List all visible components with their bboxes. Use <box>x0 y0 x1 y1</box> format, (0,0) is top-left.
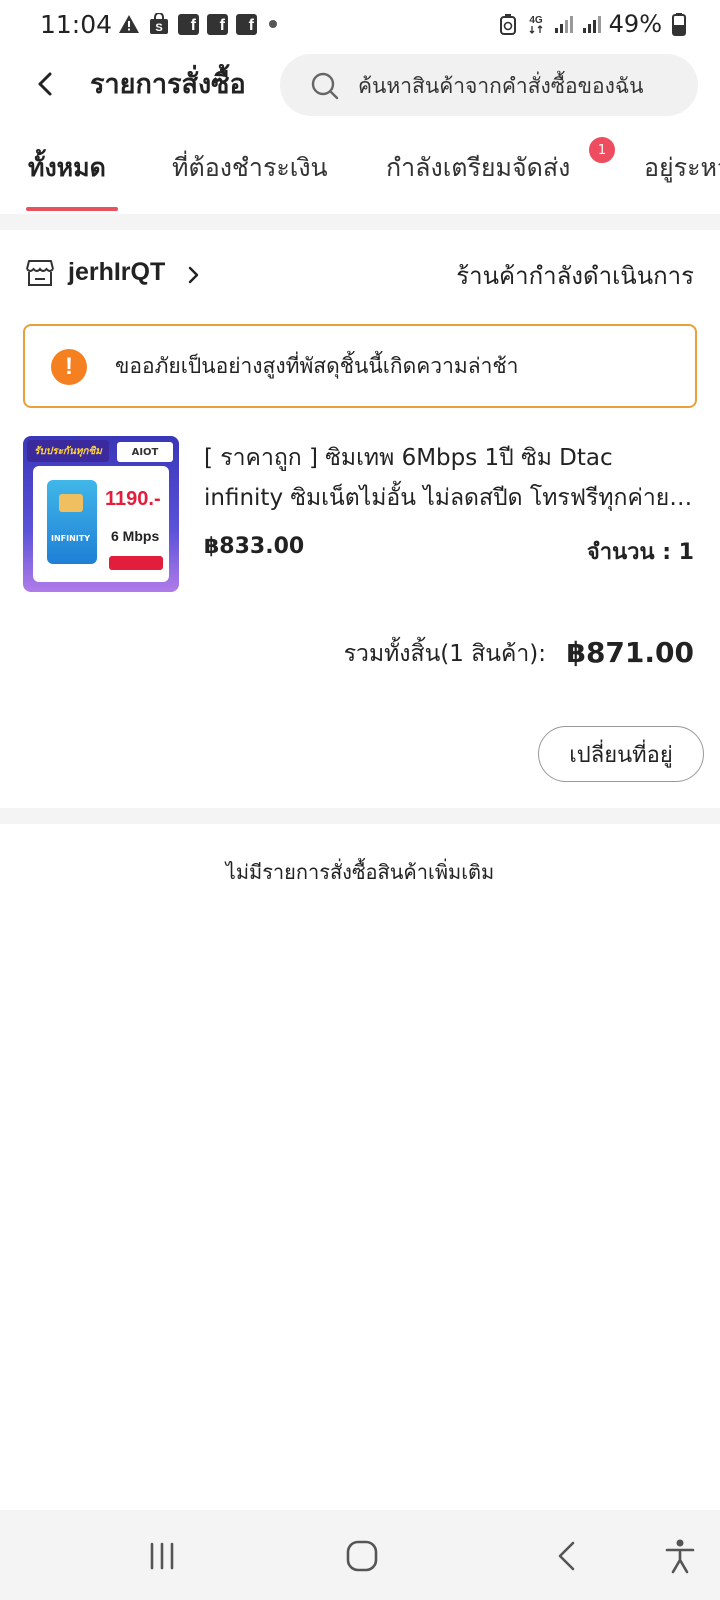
header: รายการสั่งซื้อ ค้นหาสินค้าจากคำสั่งซื้อข… <box>0 52 720 116</box>
sim-label: INFINITY <box>51 534 91 543</box>
sim-chip-icon <box>59 494 83 512</box>
notification-icons: S f f f <box>118 13 277 35</box>
system-status-icons: 4G 49% <box>497 10 690 38</box>
alert-icon: ! <box>51 349 87 385</box>
brand-logo: AIOT <box>117 442 173 462</box>
status-time: 11:04 <box>40 10 113 39</box>
back-nav-button[interactable] <box>548 1536 588 1576</box>
chevron-left-icon <box>38 72 52 96</box>
page-title: รายการสั่งซื้อ <box>90 69 246 100</box>
product-image[interactable]: รับประกันทุกซิม AIOT INFINITY 1190.- 6 M… <box>23 436 179 592</box>
home-button[interactable] <box>342 1536 382 1576</box>
chevron-right-icon <box>184 264 202 286</box>
store-icon <box>24 258 56 288</box>
section-divider <box>0 808 720 824</box>
product-title[interactable]: [ ราคาถูก ] ซิมเทพ 6Mbps 1ปี ซิม Dtac in… <box>204 438 694 518</box>
back-nav-icon <box>558 1541 575 1571</box>
signal-icon <box>553 13 575 35</box>
tab-preparing-shipment[interactable]: กำลังเตรียมจัดส่ง <box>386 148 570 188</box>
facebook-icon: f <box>207 13 228 35</box>
status-bar: 11:04 S f f f 4G 49% <box>0 0 720 52</box>
delay-notice-text: ขออภัยเป็นอย่างสูงที่พัสดุชิ้นนี้เกิดควา… <box>115 354 519 378</box>
battery-icon <box>668 13 690 36</box>
order-total-value: ฿871.00 <box>566 636 694 669</box>
svg-text:4G: 4G <box>529 15 543 26</box>
product-image-tag <box>109 556 163 570</box>
order-total-label: รวมทั้งสิ้น(1 สินค้า): <box>343 641 546 667</box>
product-image-speed: 6 Mbps <box>111 528 160 544</box>
search-icon <box>310 71 340 101</box>
svg-text:S: S <box>155 22 162 34</box>
section-divider <box>0 214 720 230</box>
product-quantity: จำนวน : 1 <box>586 540 694 565</box>
product-price: ฿833.00 <box>204 534 305 559</box>
no-more-orders-message: ไม่มีรายการสั่งซื้อสินค้าเพิ่มเติม <box>225 860 495 884</box>
facebook-icon: f <box>236 13 257 35</box>
recent-apps-button[interactable] <box>142 1536 182 1576</box>
battery-percent: 49% <box>608 10 662 38</box>
active-tab-indicator <box>26 207 118 211</box>
search-input[interactable]: ค้นหาสินค้าจากคำสั่งซื้อของฉัน <box>280 54 698 116</box>
shop-row[interactable]: jerhIrQT ร้านค้ากำลังดำเนินการ <box>0 232 720 312</box>
product-title-line: [ ราคาถูก ] ซิมเทพ 6Mbps 1ปี ซิม Dtac <box>204 445 613 471</box>
product-title-line: infinity ซิมเน็ตไม่อั้น ไม่ลดสปีด โทรฟรี… <box>204 485 694 511</box>
order-status-tabs: ทั้งหมด ที่ต้องชำระเงิน กำลังเตรียมจัดส่… <box>0 130 720 214</box>
tab-in-transit[interactable]: อยู่ระหว่างจัดส่ง <box>644 148 720 188</box>
tab-all[interactable]: ทั้งหมด <box>28 148 106 188</box>
sim-card-icon: INFINITY <box>47 480 97 564</box>
product-image-card: INFINITY 1190.- 6 Mbps <box>33 466 169 582</box>
signal-icon <box>581 13 603 35</box>
tab-badge: 1 <box>587 135 617 165</box>
more-notifications-dot-icon <box>269 20 277 28</box>
back-button[interactable] <box>28 66 64 102</box>
network-4g-icon: 4G <box>525 13 547 35</box>
system-navigation-bar <box>0 1510 720 1600</box>
accessibility-button[interactable] <box>660 1536 700 1576</box>
accessibility-icon <box>665 1539 695 1574</box>
tab-to-pay[interactable]: ที่ต้องชำระเงิน <box>172 148 328 188</box>
change-address-button[interactable]: เปลี่ยนที่อยู่ <box>538 726 704 782</box>
product-image-price: 1190.- <box>105 488 161 510</box>
recent-apps-icon <box>150 1542 174 1570</box>
product-image-banner: รับประกันทุกซิม <box>27 440 109 462</box>
warning-icon <box>118 13 140 35</box>
search-placeholder: ค้นหาสินค้าจากคำสั่งซื้อของฉัน <box>358 74 644 98</box>
home-icon <box>346 1540 378 1572</box>
shop-name[interactable]: jerhIrQT <box>68 258 165 287</box>
data-saver-icon <box>497 13 519 35</box>
delay-notice: ! ขออภัยเป็นอย่างสูงที่พัสดุชิ้นนี้เกิดค… <box>23 324 697 408</box>
shopping-bag-icon: S <box>148 13 170 35</box>
facebook-icon: f <box>178 13 199 35</box>
order-status: ร้านค้ากำลังดำเนินการ <box>456 262 694 290</box>
